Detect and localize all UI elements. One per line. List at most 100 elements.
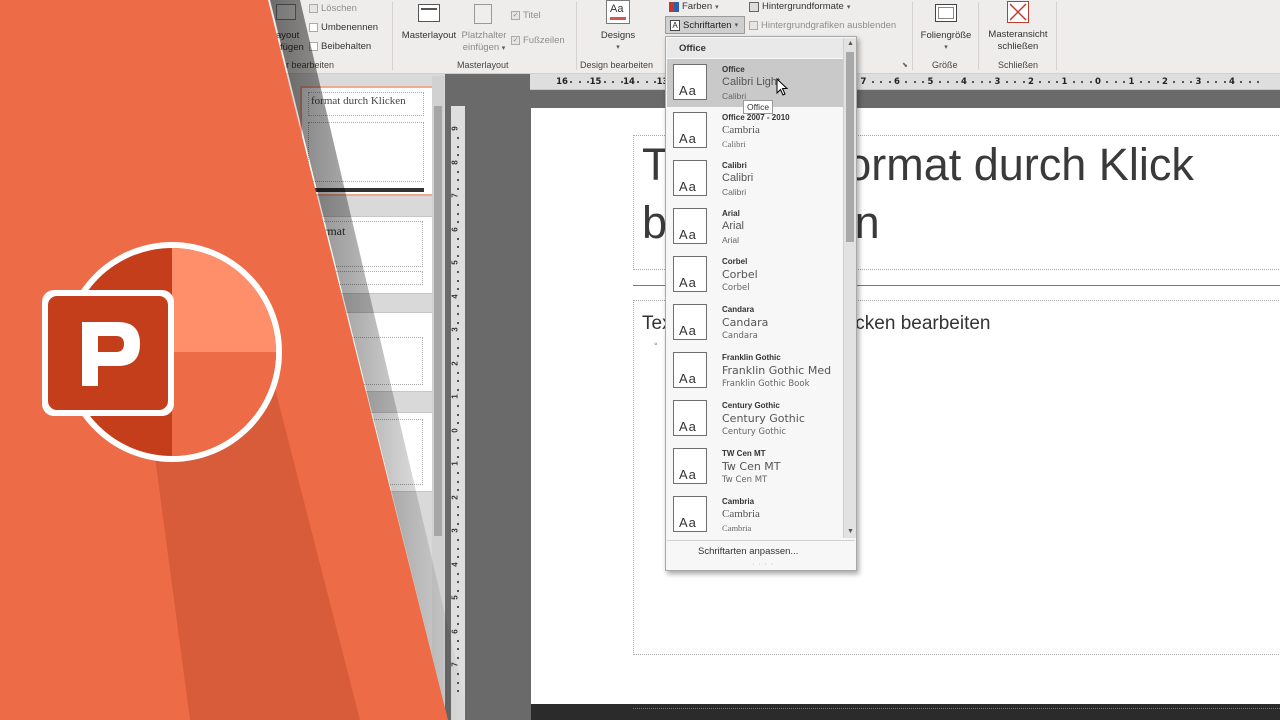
font-theme-item[interactable]: Aa Office 2007 - 2010 Cambria Calibri: [667, 107, 843, 155]
logo-tile-border: [42, 290, 174, 416]
font-heading-sample: Calibri Light: [722, 76, 781, 88]
ruler-tick-mark: [457, 246, 459, 249]
ruler-tick-mark: [637, 81, 640, 83]
ruler-tick-mark: [457, 690, 459, 693]
ruler-tick-mark: [457, 212, 459, 215]
font-theme-item[interactable]: Aa Arial Arial Arial: [667, 203, 843, 251]
ruler-tick-mark: [1089, 81, 1092, 83]
ruler-tick-mark: [457, 472, 459, 475]
slide-size-button[interactable]: Foliengröße ▾: [918, 2, 974, 58]
ruler-tick-mark: [457, 221, 459, 224]
font-body-sample: Cambria: [722, 523, 752, 533]
ruler-tick-mark: [457, 338, 459, 341]
font-preview-icon: Aa: [673, 160, 707, 196]
insert-layout-icon: [276, 4, 296, 20]
masterlayout-button[interactable]: Masterlayout: [398, 2, 458, 58]
ruler-tick-label: 16: [556, 77, 568, 87]
font-theme-name: Franklin Gothic: [722, 353, 781, 362]
ruler-tick-mark: [457, 204, 459, 207]
ruler-tick-mark: [1114, 81, 1117, 83]
thumbnail-slide-3[interactable]: cken: [300, 312, 438, 392]
font-theme-item[interactable]: Aa TW Cen MT Tw Cen MT Tw Cen MT: [667, 443, 843, 491]
font-theme-name: Corbel: [722, 257, 748, 266]
ruler-tick-mark: [1215, 81, 1218, 83]
title-checkbox[interactable]: ✓ Titel: [511, 10, 541, 21]
ruler-tick-mark: [457, 313, 459, 316]
customize-fonts-button[interactable]: Schriftarten anpassen...: [698, 546, 798, 557]
ruler-tick-mark: [1039, 81, 1042, 83]
ruler-tick-mark: [888, 81, 891, 83]
ruler-tick-label: 2: [450, 360, 460, 366]
scroll-down-icon[interactable]: ▼: [844, 526, 857, 538]
rename-button[interactable]: Umbenennen: [309, 22, 378, 33]
ruler-tick-mark: [457, 539, 459, 542]
resize-grip-icon[interactable]: · · · ·: [752, 561, 774, 568]
thumbnail-scrollbar[interactable]: [432, 76, 444, 720]
logo-p-glyph: [82, 322, 140, 386]
ruler-tick-mark: [457, 371, 459, 374]
font-theme-item[interactable]: Aa Franklin Gothic Franklin Gothic Med Fran…: [667, 347, 843, 395]
preserve-button[interactable]: Beibehalten: [309, 41, 371, 52]
ruler-tick-mark: [645, 81, 648, 83]
delete-button[interactable]: Löschen: [309, 3, 357, 14]
font-heading-sample: Calibri: [722, 172, 754, 184]
dialog-launcher-icon[interactable]: ⬊: [902, 61, 908, 69]
ruler-tick-mark: [457, 145, 459, 148]
insert-placeholder-button[interactable]: Platzhalter einfügen ▾: [458, 2, 510, 58]
ribbon-separator: [576, 2, 577, 70]
ruler-tick-mark: [1257, 81, 1260, 83]
font-preview-text: Aa: [679, 323, 697, 338]
thumbnail-slide-2[interactable]: lformat n: [300, 216, 438, 294]
hide-background-graphics-checkbox[interactable]: Hintergrundgrafiken ausblenden: [749, 20, 896, 31]
font-theme-item[interactable]: Aa Calibri Calibri Calibri: [667, 155, 843, 203]
ruler-tick-mark: [457, 413, 459, 416]
fonts-button[interactable]: A Schriftarten ▾: [665, 16, 745, 34]
ruler-tick-label: 5: [927, 77, 934, 87]
colors-button[interactable]: Farben ▾: [669, 1, 719, 12]
ruler-tick-mark: [612, 81, 615, 83]
logo-circle-mid: [172, 352, 276, 456]
dropdown-scrollbar-thumb[interactable]: [846, 52, 854, 242]
ruler-tick-label: 3: [1195, 77, 1202, 87]
close-x-glyph: [1009, 3, 1027, 21]
font-theme-item[interactable]: Aa Candara Candara Candara: [667, 299, 843, 347]
font-heading-sample: Candara: [722, 316, 769, 329]
font-preview-text: Aa: [679, 227, 697, 242]
ruler-tick-label: 3: [994, 77, 1001, 87]
thumbnail-scrollbar-thumb[interactable]: [434, 106, 442, 536]
ruler-tick-mark: [457, 405, 459, 408]
thumbnail-title-text-1: lformat: [310, 224, 346, 238]
font-theme-name: Cambria: [722, 497, 755, 506]
font-heading-sample: Century Gothic: [722, 412, 805, 425]
ruler-tick-mark: [457, 154, 459, 157]
close-master-view-button[interactable]: Masteransicht schließen: [983, 0, 1053, 58]
dropdown-header: Office: [667, 38, 843, 58]
footer-checkbox[interactable]: ✓ Fußzeilen: [511, 35, 565, 46]
insert-layout-label-2[interactable]: fügen: [280, 42, 304, 53]
designs-label: Designs: [600, 30, 636, 41]
font-theme-item[interactable]: Aa Century Gothic Century Gothic Century Go…: [667, 395, 843, 443]
background-styles-button[interactable]: Hintergrundformate ▾: [749, 1, 850, 12]
font-theme-item[interactable]: Aa Corbel Corbel Corbel: [667, 251, 843, 299]
ruler-tick-label: 1: [1128, 77, 1135, 87]
ruler-tick-mark: [457, 623, 459, 626]
rename-label: Umbenennen: [321, 22, 379, 33]
font-theme-item[interactable]: Aa Cambria Cambria Cambria: [667, 491, 843, 539]
ruler-tick-mark: [457, 455, 459, 458]
scroll-up-icon[interactable]: ▲: [844, 38, 857, 50]
ruler-tick-mark: [457, 279, 459, 282]
close-master-view-label-2: schließen: [997, 41, 1039, 52]
ruler-tick-label: 1: [1061, 77, 1068, 87]
logo-tile: [48, 296, 168, 410]
ruler-tick-mark: [989, 81, 992, 83]
font-theme-name: Arial: [722, 209, 740, 218]
insert-layout-label-1[interactable]: ayout: [276, 30, 299, 41]
thumbnail-slide-4[interactable]: [300, 412, 438, 492]
designs-button[interactable]: Aa Designs ▾: [596, 0, 640, 58]
ruler-tick-mark: [1190, 81, 1193, 83]
dropdown-scrollbar[interactable]: ▲ ▼: [843, 38, 856, 538]
thumbnail-slide-1[interactable]: format durch Klicken: [300, 86, 438, 196]
ruler-tick-mark: [947, 81, 950, 83]
ribbon-separator: [978, 2, 979, 70]
font-body-sample: Candara: [722, 331, 758, 341]
